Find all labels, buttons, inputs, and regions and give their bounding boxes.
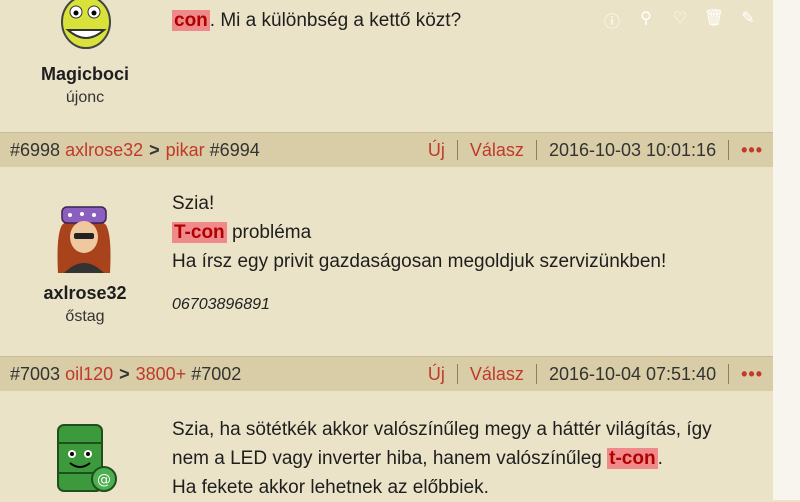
reply-post-number[interactable]: #6994 — [210, 140, 260, 160]
post-line: nem a LED vagy inverter hiba, hanem való… — [172, 444, 712, 473]
divider — [728, 364, 730, 384]
trash-icon[interactable]: 🗑 — [697, 8, 731, 28]
oil-barrel-avatar[interactable]: @ — [50, 421, 122, 497]
reply-arrow-icon: > — [149, 140, 160, 160]
post-number[interactable]: #7003 — [10, 364, 60, 384]
post-author: axlrose32 őstag — [0, 283, 170, 326]
highlight-term: con — [172, 10, 210, 31]
post-text: con. Mi a különbség a kettő közt? — [172, 6, 461, 35]
post-text-rest: probléma — [226, 222, 312, 243]
smiley-avatar[interactable] — [58, 0, 114, 52]
divider — [728, 140, 730, 160]
author-name[interactable]: axlrose32 — [0, 283, 170, 304]
heart-icon[interactable]: ♡ — [663, 8, 697, 28]
post-7003: @ Szia, ha sötétkék akkor valószínűleg m… — [0, 391, 773, 500]
post-line: Szia! — [172, 193, 215, 214]
divider — [535, 364, 537, 384]
post-date: 2016-10-03 10:01:16 — [548, 140, 717, 160]
post-line: T-con probléma — [172, 218, 666, 247]
reply-link[interactable]: Válasz — [470, 357, 524, 391]
post-text-part: . — [657, 448, 663, 469]
svg-text:@: @ — [97, 472, 111, 488]
post-date: 2016-10-04 07:51:40 — [548, 364, 717, 384]
post-text-rest: . Mi a különbség a kettő közt? — [209, 10, 462, 31]
post-6994: Magicboci újonc con. Mi a különbség a ke… — [0, 0, 790, 132]
edit-icon[interactable]: ✎ — [731, 8, 765, 28]
post-signature: 06703896891 — [172, 296, 270, 313]
right-sidebar — [773, 0, 800, 500]
info-icon[interactable]: ⓘ — [595, 8, 629, 31]
highlight-term: T-con — [172, 222, 227, 243]
post-6998: axlrose32 őstag Szia! T-con probléma Ha … — [0, 167, 773, 357]
post-header-right: Új Válasz 2016-10-03 10:01:16 ••• — [428, 133, 763, 167]
author-rank: őstag — [65, 308, 105, 325]
post-header-right: Új Válasz 2016-10-04 07:51:40 ••• — [428, 357, 763, 391]
new-link[interactable]: Új — [428, 357, 445, 391]
post-number[interactable]: #6998 — [10, 140, 60, 160]
post-header-6998: #6998 axlrose32 > pikar #6994 Új Válasz 20… — [0, 132, 773, 168]
post-header-left: #7003 oil120 >3800+ #7002 — [10, 357, 241, 391]
divider — [535, 140, 537, 160]
new-link[interactable]: Új — [428, 133, 445, 167]
divider — [456, 140, 458, 160]
post-user-link[interactable]: oil120 — [65, 364, 113, 384]
author-rank: újonc — [65, 89, 105, 106]
more-options-icon[interactable]: ••• — [741, 357, 763, 391]
reply-arrow-icon: > — [119, 364, 130, 384]
rocker-avatar[interactable] — [48, 195, 120, 275]
share-icon[interactable]: ⚲ — [629, 8, 663, 28]
post-line: Ha írsz egy privit gazdaságosan megoldju… — [172, 251, 667, 272]
more-options-icon[interactable]: ••• — [741, 133, 763, 167]
reply-user-link[interactable]: 3800+ — [136, 364, 187, 384]
post-user-link[interactable]: axlrose32 — [65, 140, 143, 160]
post-text: Szia! T-con probléma Ha írsz egy privit … — [172, 189, 666, 319]
post-author: Magicboci újonc — [0, 64, 170, 107]
reply-post-number[interactable]: #7002 — [191, 364, 241, 384]
post-text-part: nem a LED vagy inverter hiba, hanem való… — [172, 448, 608, 469]
post-header-7003: #7003 oil120 >3800+ #7002 Új Válasz 2016-… — [0, 356, 773, 392]
reply-user-link[interactable]: pikar — [166, 140, 205, 160]
post-text: Szia, ha sötétkék akkor valószínűleg meg… — [172, 415, 712, 502]
post-line: Ha fekete akkor lehetnek az előbbiek. — [172, 477, 489, 498]
divider — [456, 364, 458, 384]
post-toolbar: ⓘ ⚲ ♡ 🗑 ✎ ⋮ — [595, 8, 799, 31]
author-name[interactable]: Magicboci — [0, 64, 170, 85]
post-header-left: #6998 axlrose32 > pikar #6994 — [10, 133, 260, 167]
reply-link[interactable]: Válasz — [470, 133, 524, 167]
highlight-term: t-con — [607, 448, 658, 469]
post-line: Szia, ha sötétkék akkor valószínűleg meg… — [172, 419, 712, 440]
